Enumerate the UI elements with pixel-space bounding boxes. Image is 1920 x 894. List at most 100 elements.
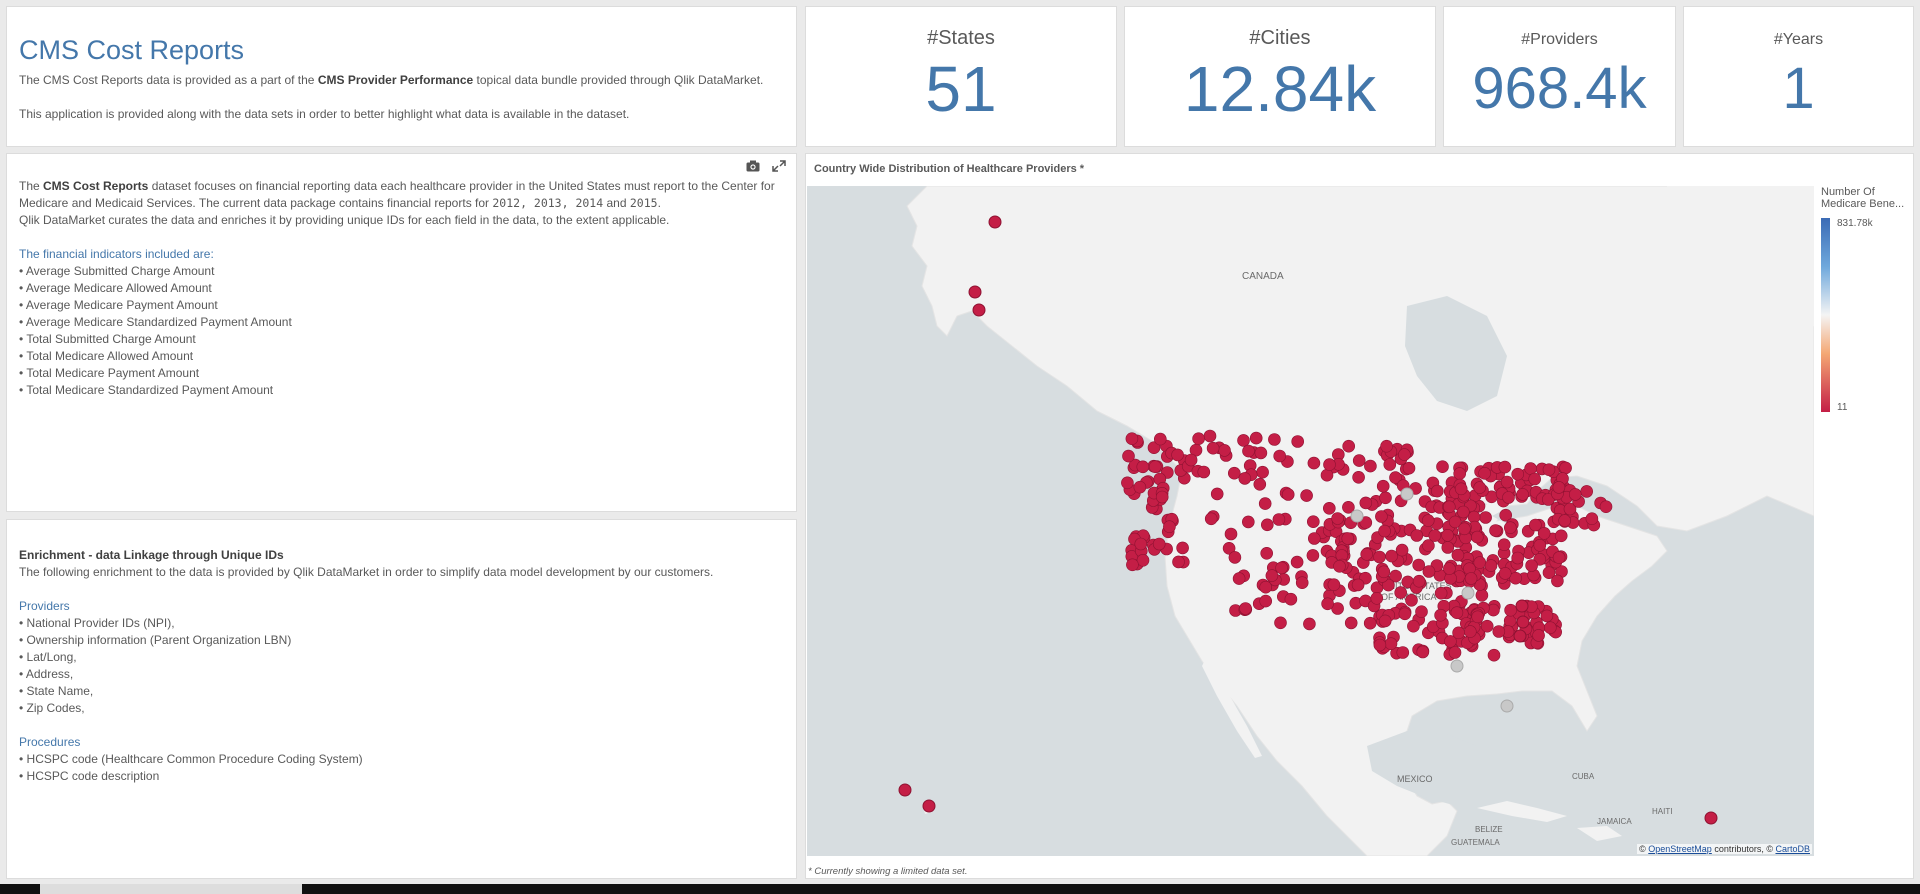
provider-point[interactable] (1500, 699, 1514, 713)
provider-point[interactable] (1400, 487, 1414, 501)
provider-point[interactable] (1552, 551, 1566, 564)
provider-point[interactable] (1511, 467, 1525, 481)
provider-point[interactable] (1532, 629, 1545, 642)
provider-point[interactable] (1453, 467, 1467, 480)
provider-point[interactable] (988, 215, 1002, 229)
provider-point[interactable] (1442, 500, 1456, 514)
provider-point[interactable] (1232, 572, 1246, 585)
provider-point[interactable] (1268, 433, 1281, 446)
provider-point[interactable] (1275, 561, 1288, 575)
provider-point[interactable] (1224, 527, 1238, 541)
provider-point[interactable] (898, 783, 912, 797)
provider-point[interactable] (1478, 466, 1491, 480)
provider-point[interactable] (1395, 543, 1409, 557)
provider-point[interactable] (1405, 593, 1418, 607)
provider-point[interactable] (1450, 659, 1464, 673)
provider-point[interactable] (1422, 565, 1436, 578)
provider-point[interactable] (1192, 432, 1205, 445)
provider-point[interactable] (1373, 638, 1387, 652)
provider-point[interactable] (1295, 576, 1309, 590)
provider-point[interactable] (1300, 489, 1313, 502)
kpi-providers[interactable]: #Providers 968.4k (1443, 6, 1676, 147)
provider-point[interactable] (1228, 551, 1242, 564)
provider-point[interactable] (1290, 555, 1304, 569)
provider-point[interactable] (1241, 515, 1255, 529)
provider-point[interactable] (1331, 512, 1344, 525)
provider-point[interactable] (1479, 511, 1492, 524)
provider-point[interactable] (1513, 629, 1527, 643)
provider-point[interactable] (1516, 488, 1529, 501)
camera-icon[interactable] (746, 160, 760, 172)
provider-point[interactable] (1121, 476, 1134, 490)
provider-point[interactable] (1171, 448, 1184, 462)
provider-point[interactable] (1504, 603, 1517, 617)
provider-point[interactable] (1239, 602, 1252, 615)
provider-point[interactable] (1452, 626, 1465, 640)
provider-point[interactable] (922, 799, 936, 813)
osm-link[interactable]: OpenStreetMap (1648, 844, 1712, 854)
provider-point[interactable] (1306, 515, 1320, 529)
provider-point[interactable] (1412, 558, 1426, 572)
provider-point[interactable] (1265, 569, 1279, 582)
provider-point[interactable] (1126, 558, 1139, 572)
provider-point[interactable] (1421, 514, 1435, 527)
provider-point[interactable] (1254, 446, 1268, 460)
provider-point[interactable] (1203, 429, 1217, 443)
provider-point[interactable] (1585, 512, 1599, 526)
provider-point[interactable] (1498, 460, 1512, 474)
provider-point[interactable] (1323, 458, 1336, 471)
provider-point[interactable] (1580, 485, 1594, 498)
provider-point[interactable] (1306, 549, 1320, 562)
provider-point[interactable] (1558, 514, 1572, 527)
provider-point[interactable] (1599, 500, 1613, 514)
provider-point[interactable] (1515, 599, 1529, 613)
provider-point[interactable] (1528, 472, 1542, 486)
provider-point[interactable] (1396, 646, 1410, 659)
provider-point[interactable] (1379, 491, 1392, 505)
provider-point[interactable] (1441, 528, 1454, 542)
provider-point[interactable] (1210, 487, 1224, 501)
provider-point[interactable] (1402, 461, 1416, 475)
provider-point[interactable] (1464, 572, 1478, 585)
provider-point[interactable] (1473, 481, 1487, 494)
provider-point[interactable] (1272, 513, 1286, 526)
provider-point[interactable] (1378, 524, 1391, 538)
provider-point[interactable] (1412, 574, 1426, 588)
enrichment-panel[interactable]: Enrichment - data Linkage through Unique… (6, 519, 797, 879)
kpi-cities[interactable]: #Cities 12.84k (1124, 6, 1436, 147)
provider-point[interactable] (1206, 441, 1220, 455)
provider-point[interactable] (1134, 537, 1148, 551)
provider-point[interactable] (1148, 460, 1162, 474)
kpi-states[interactable]: #States 51 (805, 6, 1117, 147)
provider-point[interactable] (1456, 505, 1470, 519)
provider-point[interactable] (1410, 529, 1424, 542)
provider-point[interactable] (1398, 607, 1412, 621)
provider-point[interactable] (1359, 496, 1373, 510)
provider-point[interactable] (1370, 591, 1384, 605)
provider-point[interactable] (1383, 458, 1397, 471)
provider-point[interactable] (1463, 625, 1477, 638)
provider-point[interactable] (1497, 538, 1511, 552)
provider-point[interactable] (1122, 449, 1135, 463)
provider-point[interactable] (1461, 586, 1475, 600)
provider-point[interactable] (1327, 578, 1341, 592)
provider-point[interactable] (1376, 479, 1390, 493)
provider-point[interactable] (1322, 501, 1336, 515)
provider-point[interactable] (1511, 551, 1525, 565)
provider-point[interactable] (1436, 460, 1449, 474)
provider-point[interactable] (1133, 480, 1147, 494)
map-svg[interactable]: CANADA UNITED STATES OF AMERICA MEXICO C… (807, 186, 1814, 856)
provider-point[interactable] (1502, 491, 1515, 504)
provider-point[interactable] (1487, 648, 1501, 662)
provider-point[interactable] (1249, 431, 1263, 445)
provider-point[interactable] (1551, 574, 1564, 588)
provider-point[interactable] (1430, 484, 1444, 498)
provider-point[interactable] (1378, 614, 1392, 628)
provider-point[interactable] (1416, 645, 1430, 659)
provider-point[interactable] (1342, 439, 1356, 453)
taskbar-item[interactable] (40, 884, 302, 894)
provider-point[interactable] (1237, 434, 1250, 447)
provider-point[interactable] (1503, 521, 1517, 535)
provider-point[interactable] (1554, 529, 1568, 543)
provider-point[interactable] (1258, 497, 1272, 510)
